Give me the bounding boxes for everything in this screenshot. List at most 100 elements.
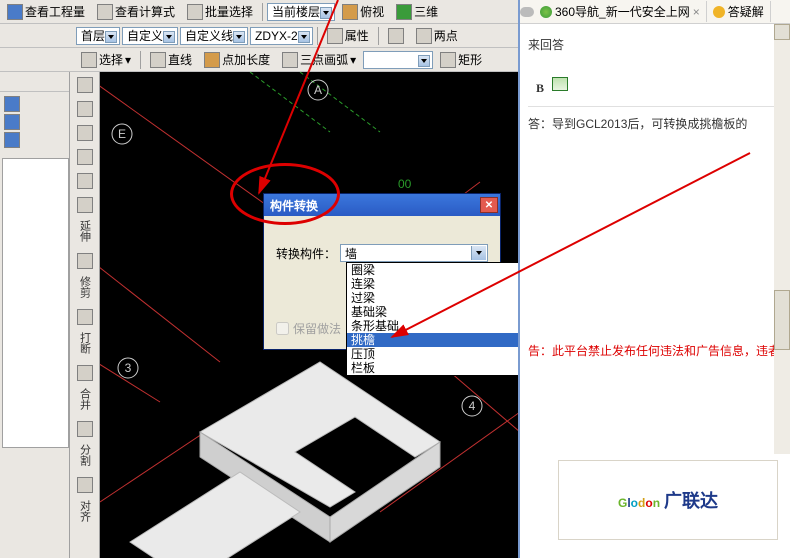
batch-select-button[interactable]: 批量选择 [182,1,258,22]
vtool-button[interactable] [73,98,97,120]
close-button[interactable]: ✕ [480,197,498,213]
hatch-icon [388,28,404,44]
tool-icon [77,149,93,165]
browser-tabs: 360导航_新一代安全上网× 答疑解 [520,0,790,24]
twopoint-icon [416,28,432,44]
vtool-trim[interactable] [73,250,97,272]
axis-label-3: 3 [125,361,132,375]
list-option-selected[interactable]: 挑檐 [347,333,537,347]
cursor-icon [81,52,97,68]
convert-combo[interactable]: 墙 [340,244,488,262]
3d-button[interactable]: 三维 [391,1,443,22]
category1-select[interactable]: 自定义 [122,27,178,45]
view-qty-button[interactable]: 查看工程量 [2,1,90,22]
vtool-label: 打断 [77,332,93,354]
merge-icon [77,365,93,381]
line-icon [150,52,166,68]
browser-tab[interactable]: 答疑解 [707,1,771,22]
favicon-icon [713,6,725,18]
view-calc-button[interactable]: 查看计算式 [92,1,180,22]
hatch-button[interactable] [383,26,409,46]
list-option[interactable]: 圈梁 [347,263,537,277]
trim-icon [77,253,93,269]
vtool-button[interactable] [73,146,97,168]
tool-icon [77,101,93,117]
floor-select[interactable]: 首层 [76,27,120,45]
browser-scrollbar[interactable] [774,24,790,454]
arc3-button[interactable]: 三点画弧▾ [277,49,361,70]
break-icon [77,309,93,325]
list-option[interactable]: 过梁 [347,291,537,305]
vtool-label: 修剪 [77,276,93,298]
vtool-split[interactable] [73,418,97,440]
convert-label: 转换构件： [276,245,336,262]
dialog-title: 构件转换 [270,197,318,214]
file-item[interactable] [4,96,65,112]
addlen-button[interactable]: 点加长度 [199,49,275,70]
extend-icon [77,197,93,213]
xls-icon [4,96,20,112]
props-button[interactable]: 属性 [322,25,374,46]
vtool-align[interactable] [73,474,97,496]
vtool-button[interactable] [73,170,97,192]
image-button[interactable] [552,77,568,91]
list-option[interactable]: 条形基础 [347,319,537,333]
axis-label-E: E [118,127,126,141]
vtool-break[interactable] [73,306,97,328]
list-option[interactable]: 连梁 [347,277,537,291]
favicon-icon [540,6,552,18]
list-option[interactable]: 基础梁 [347,305,537,319]
vtool-button[interactable] [73,122,97,144]
vtool-label: 延伸 [77,220,93,242]
list-option[interactable]: 栏板 [347,361,537,375]
rect-button[interactable]: 矩形 [435,49,487,70]
file-item[interactable] [4,114,65,130]
vertical-toolbar: 延伸 修剪 打断 合并 分割 对齐 [70,72,100,558]
vtool-label: 分割 [77,444,93,466]
glodon-logo: Glodon广联达 [558,460,778,540]
editor-toolbar: B [528,71,782,107]
reply-tail: 来回答 [528,34,782,57]
line-button[interactable]: 直线 [145,49,197,70]
left-list [2,158,69,448]
draw-mode-select[interactable] [363,51,433,69]
vtool-button[interactable] [73,74,97,96]
axis-label-4: 4 [469,399,476,413]
keep-method-label: 保留做法 [293,320,341,337]
xls-icon [4,114,20,130]
browser-tab[interactable]: 360导航_新一代安全上网× [534,1,707,22]
twopoint-button[interactable]: 两点 [411,25,463,46]
type-select[interactable]: ZDYX-2 [250,27,313,45]
cube3d-icon [396,4,412,20]
vtool-label: 合并 [77,388,93,410]
convert-component-dialog: 构件转换 ✕ 转换构件： 墙 保留做法 圈梁 连梁 过梁 基础梁 条形基础 挑檐… [263,193,501,350]
warning-text: 告：此平台禁止发布任何违法和广告信息，违者承担 [520,336,790,365]
topview-button[interactable]: 俯视 [337,1,389,22]
vtool-extend[interactable] [73,194,97,216]
bold-button[interactable]: B [536,77,544,100]
cloud-icon [520,7,534,17]
keep-method-checkbox [276,322,289,335]
current-floor-select[interactable]: 当前楼层 [267,3,335,21]
list-option[interactable]: 压顶 [347,347,537,361]
props-icon [327,28,343,44]
batch-icon [187,4,203,20]
rect-icon [440,52,456,68]
list-icon [7,4,23,20]
file-item[interactable] [4,132,65,148]
select-button[interactable]: 选择▾ [76,49,136,70]
axis-label-A: A [314,83,322,97]
split-icon [77,421,93,437]
vtool-label: 对齐 [77,500,93,522]
tool-icon [77,77,93,93]
vtool-merge[interactable] [73,362,97,384]
convert-options-list[interactable]: 圈梁 连梁 过梁 基础梁 条形基础 挑檐 压顶 栏板 [346,262,538,376]
category2-select[interactable]: 自定义线 [180,27,248,45]
browser-pane: 360导航_新一代安全上网× 答疑解 来回答 B 答：导到GCL2013后，可转… [518,0,790,558]
arc-icon [282,52,298,68]
answer-text: 答：导到GCL2013后，可转换成挑檐板的 [528,113,782,136]
dialog-titlebar[interactable]: 构件转换 ✕ [264,194,500,216]
dim-label: 00 [398,177,412,191]
addlen-icon [204,52,220,68]
left-panel [0,72,70,558]
